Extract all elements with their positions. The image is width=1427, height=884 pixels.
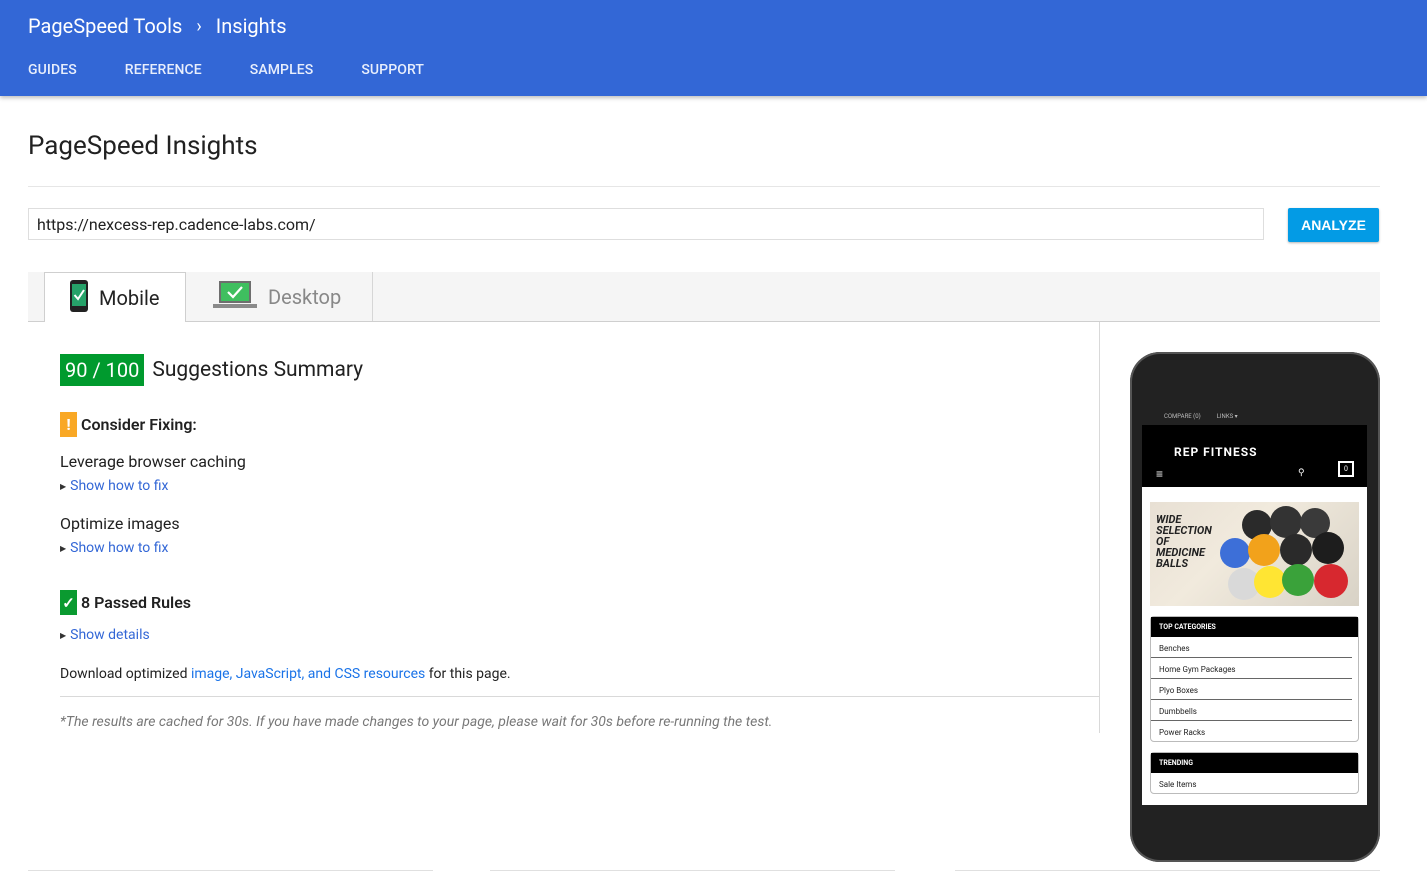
breadcrumb: PageSpeed Tools › Insights bbox=[28, 11, 287, 41]
preview-header: REP FITNESS ≡ ⚲ 0 bbox=[1142, 425, 1367, 487]
cache-note: *The results are cached for 30s. If you … bbox=[60, 714, 773, 730]
list-item: Home Gym Packages bbox=[1151, 658, 1352, 679]
nav-guides[interactable]: GUIDES bbox=[28, 62, 77, 78]
preview-categories: TOP CATEGORIES Benches Home Gym Packages… bbox=[1150, 616, 1359, 742]
link-text: Show how to fix bbox=[70, 540, 169, 556]
show-details-link[interactable]: ▶ Show details bbox=[60, 627, 150, 643]
footer-divider bbox=[490, 870, 895, 871]
consider-fixing-label: Consider Fixing: bbox=[81, 415, 197, 434]
triangle-right-icon: ▶ bbox=[60, 630, 67, 640]
preview-logo: REP FITNESS bbox=[1174, 445, 1258, 459]
show-how-to-fix-link[interactable]: ▶ Show how to fix bbox=[60, 540, 168, 556]
triangle-right-icon: ▶ bbox=[60, 543, 67, 553]
chevron-right-icon: › bbox=[196, 15, 202, 37]
rule-name: Optimize images bbox=[60, 514, 180, 533]
download-suffix: for this page. bbox=[425, 666, 511, 682]
preview-compare: COMPARE (0) bbox=[1164, 412, 1201, 420]
passed-rules-label: 8 Passed Rules bbox=[81, 593, 192, 612]
score-badge: 90 / 100 bbox=[60, 354, 145, 386]
list-item: Dumbbells bbox=[1151, 700, 1352, 721]
footer-divider bbox=[955, 870, 1380, 871]
breadcrumb-current: Insights bbox=[215, 14, 287, 38]
divider bbox=[60, 696, 1099, 697]
device-tabs: Mobile Desktop bbox=[28, 272, 1380, 322]
preview-banner-text: WIDE SELECTION OF MEDICINE BALLS bbox=[1156, 513, 1212, 570]
laptop-check-icon bbox=[212, 279, 258, 315]
page-title: PageSpeed Insights bbox=[28, 131, 258, 161]
rule-name: Leverage browser caching bbox=[60, 452, 246, 471]
preview-top-links: COMPARE (0) LINKS ▾ bbox=[1142, 407, 1367, 425]
download-prefix: Download optimized bbox=[60, 666, 191, 682]
list-item: Sale Items bbox=[1159, 780, 1197, 789]
mobile-preview: COMPARE (0) LINKS ▾ REP FITNESS ≡ ⚲ 0 WI… bbox=[1130, 352, 1380, 862]
analyze-button[interactable]: ANALYZE bbox=[1288, 208, 1379, 242]
passed-rules-header: ✓ 8 Passed Rules bbox=[60, 590, 191, 615]
tab-label: Mobile bbox=[99, 285, 160, 310]
vertical-divider bbox=[1099, 322, 1100, 733]
preview-links: LINKS ▾ bbox=[1216, 412, 1238, 420]
tab-label: Desktop bbox=[268, 284, 342, 309]
nav-reference[interactable]: REFERENCE bbox=[125, 62, 202, 78]
mobile-check-icon bbox=[69, 279, 89, 317]
nav-samples[interactable]: SAMPLES bbox=[250, 62, 314, 78]
preview-banner: WIDE SELECTION OF MEDICINE BALLS bbox=[1150, 502, 1359, 606]
nav-support[interactable]: SUPPORT bbox=[361, 62, 424, 78]
divider bbox=[28, 186, 1380, 187]
link-text: Show details bbox=[70, 627, 150, 643]
top-app-bar: PageSpeed Tools › Insights GUIDES REFERE… bbox=[0, 0, 1427, 96]
warning-icon: ! bbox=[60, 412, 77, 437]
preview-categories-title: TOP CATEGORIES bbox=[1151, 617, 1358, 637]
tab-desktop[interactable]: Desktop bbox=[188, 272, 373, 321]
url-input[interactable] bbox=[28, 208, 1264, 240]
list-item: Benches bbox=[1151, 637, 1352, 658]
cart-icon: 0 bbox=[1338, 461, 1354, 477]
show-how-to-fix-link[interactable]: ▶ Show how to fix bbox=[60, 478, 168, 494]
list-item: Plyo Boxes bbox=[1151, 679, 1352, 700]
search-icon: ⚲ bbox=[1298, 468, 1305, 478]
mobile-screenshot: COMPARE (0) LINKS ▾ REP FITNESS ≡ ⚲ 0 WI… bbox=[1142, 407, 1367, 805]
list-item: Power Racks bbox=[1159, 728, 1206, 737]
hamburger-icon: ≡ bbox=[1156, 467, 1164, 481]
tab-mobile[interactable]: Mobile bbox=[44, 272, 186, 322]
footer-divider bbox=[28, 870, 433, 871]
check-icon: ✓ bbox=[60, 590, 77, 615]
link-text: Show how to fix bbox=[70, 478, 169, 494]
preview-trending-title: TRENDING bbox=[1151, 753, 1358, 773]
summary-title: Suggestions Summary bbox=[152, 358, 364, 382]
download-resources: Download optimized image, JavaScript, an… bbox=[60, 666, 511, 682]
score-summary: 90 / 100 Suggestions Summary bbox=[60, 354, 363, 386]
top-nav: GUIDES REFERENCE SAMPLES SUPPORT bbox=[28, 62, 472, 78]
download-resources-link[interactable]: image, JavaScript, and CSS resources bbox=[191, 666, 425, 682]
brand-link[interactable]: PageSpeed Tools bbox=[28, 14, 182, 38]
triangle-right-icon: ▶ bbox=[60, 481, 67, 491]
consider-fixing-header: ! Consider Fixing: bbox=[60, 412, 197, 437]
preview-trending: TRENDING Sale Items bbox=[1150, 752, 1359, 794]
